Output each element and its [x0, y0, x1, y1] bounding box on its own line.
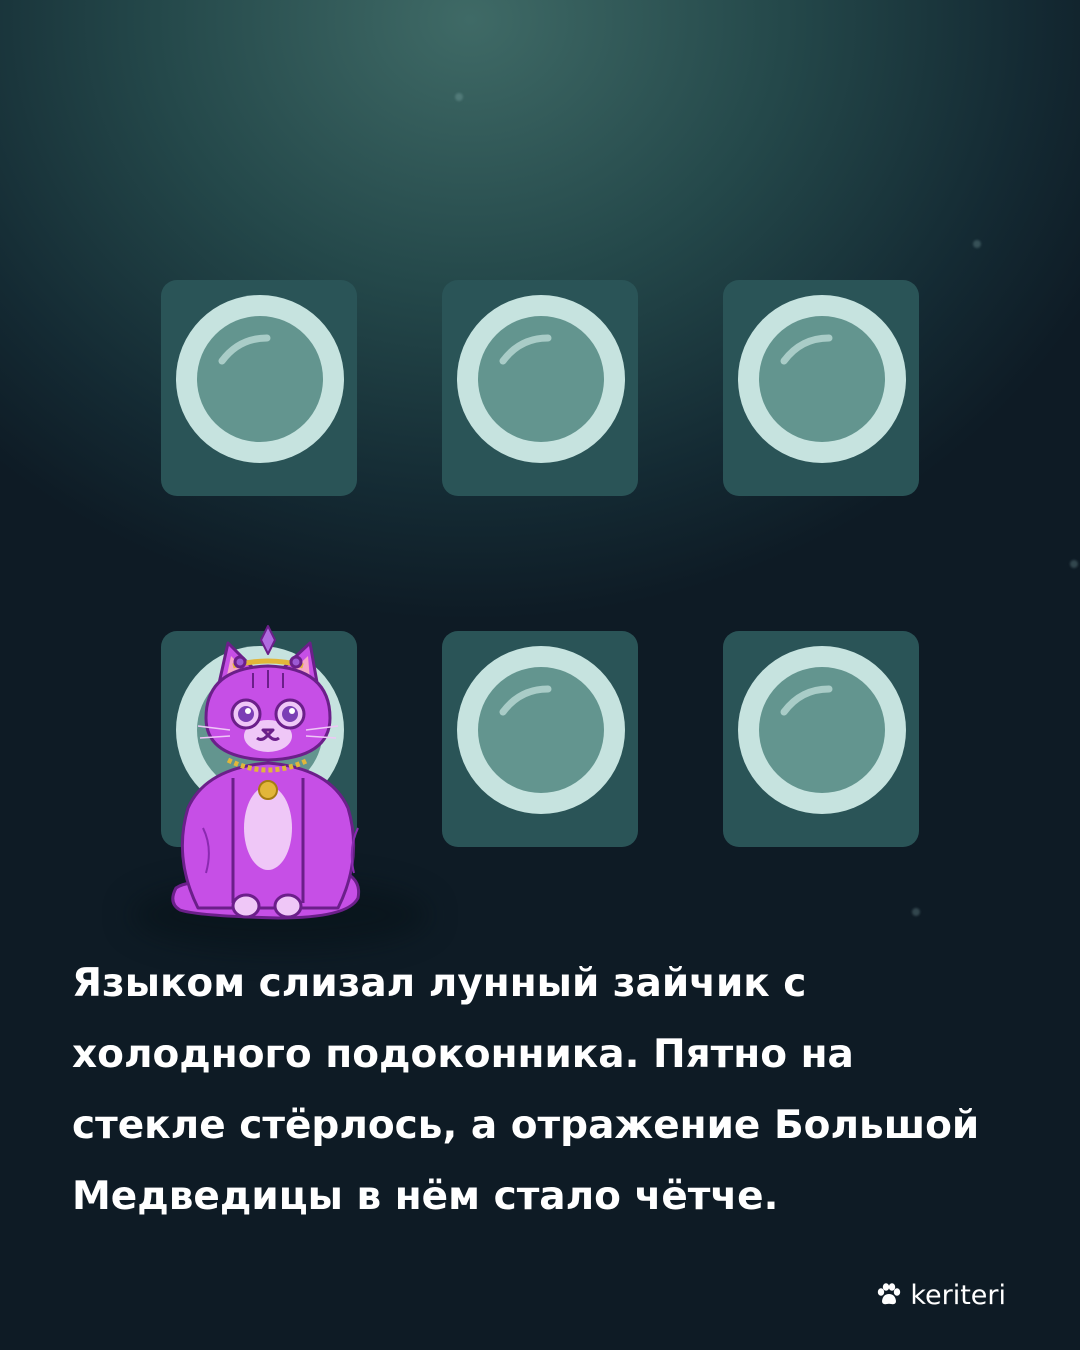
caption-line-4: Медведицы в нём стало чётче. — [72, 1174, 779, 1219]
background-sparkle — [455, 93, 463, 101]
background-sparkle — [1070, 560, 1078, 568]
bubble-tile-5[interactable] — [442, 631, 638, 847]
paw-icon — [878, 1283, 901, 1305]
bubble-glass — [759, 667, 885, 793]
caption-line-2: холодного подоконника. Пятно на — [72, 1032, 854, 1077]
bubble-tile-3[interactable] — [723, 280, 919, 496]
background-sparkle — [973, 240, 981, 248]
cat-character-icon[interactable] — [158, 618, 378, 928]
bubble-tile-2[interactable] — [442, 280, 638, 496]
bubble-tile-1[interactable] — [161, 280, 357, 496]
story-caption: Языком слизал лунный зайчик с холодного … — [72, 948, 1012, 1232]
bubble — [457, 646, 625, 814]
bubble-tile-6[interactable] — [723, 631, 919, 847]
bubble — [457, 295, 625, 463]
caption-line-1: Языком слизал лунный зайчик с — [72, 961, 807, 1006]
game-scene: Языком слизал лунный зайчик с холодного … — [0, 0, 1080, 1350]
caption-line-3: стекле стёрлось, а отражение Большой — [72, 1103, 980, 1148]
bubble — [738, 646, 906, 814]
brand-name: keriteri — [910, 1279, 1006, 1311]
background-sparkle — [912, 908, 920, 916]
bubble-glass — [478, 667, 604, 793]
bubble-glass — [197, 316, 323, 442]
bubble — [738, 295, 906, 463]
bubble-glass — [759, 316, 885, 442]
bubble-glass — [478, 316, 604, 442]
bubble — [176, 295, 344, 463]
brand-logo: keriteri — [876, 1277, 1006, 1313]
